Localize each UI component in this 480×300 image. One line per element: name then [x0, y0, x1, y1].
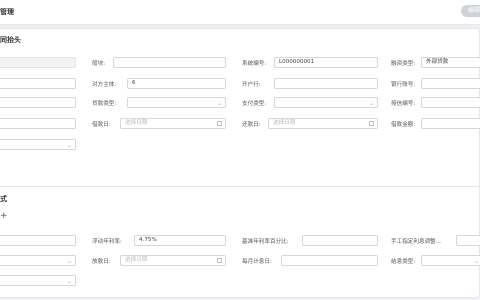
section-title: 式: [0, 195, 7, 203]
manual-adjust-field[interactable]: [456, 235, 480, 246]
loan-type-select[interactable]: ⌄: [127, 97, 226, 108]
field-label: 融资类型:: [391, 61, 416, 67]
calendar-icon: [369, 121, 374, 126]
field-label: 借款日:: [92, 122, 111, 128]
text-field[interactable]: [0, 118, 76, 129]
field-label: 银行账号:: [391, 82, 416, 88]
float-rate-field[interactable]: 4.75%: [134, 235, 226, 246]
text-field[interactable]: [0, 78, 76, 89]
select-field[interactable]: ⌄: [0, 139, 76, 150]
field-label: 支付类型:: [242, 101, 267, 107]
field-label: 手工指定利息调整...: [391, 239, 442, 245]
field-label: 授信编号:: [391, 101, 416, 107]
chevron-down-icon: ⌄: [368, 100, 374, 107]
counterparty-field[interactable]: 6: [127, 78, 226, 89]
field-label: 基准年利率百分比:: [242, 239, 289, 245]
field-label: 般块:: [92, 61, 106, 67]
system-no-field[interactable]: L000000001: [274, 57, 378, 68]
release-date-picker[interactable]: 选择日期: [120, 255, 226, 266]
field-label: 每月计息日:: [242, 259, 272, 265]
financing-type-field[interactable]: 外部贷款: [421, 57, 480, 68]
text-field[interactable]: [0, 97, 76, 108]
field-label: 放款日:: [92, 259, 111, 265]
section-title: 同抬头: [0, 36, 21, 44]
field-label: 系统编号:: [242, 61, 267, 67]
field-label: 借款金额:: [391, 122, 416, 128]
chevron-down-icon: ⌄: [66, 278, 72, 285]
chevron-down-icon: ⌄: [66, 142, 72, 149]
select-field[interactable]: ⌄: [0, 255, 76, 266]
interest-type-select[interactable]: ⌄: [421, 255, 480, 266]
text-field[interactable]: [113, 57, 226, 68]
text-field[interactable]: [0, 57, 76, 68]
text-field[interactable]: [0, 235, 76, 246]
pay-type-select[interactable]: ⌄: [274, 97, 378, 108]
date-placeholder: 选择日期: [125, 257, 148, 263]
field-label: 浮动年利率:: [92, 239, 122, 245]
monthly-day-field[interactable]: [281, 255, 378, 266]
calendar-icon: [217, 121, 222, 126]
select-field[interactable]: ⌄: [0, 275, 76, 286]
date-placeholder: 选择日期: [273, 120, 296, 126]
chevron-down-icon: ⌄: [473, 258, 479, 265]
add-icon[interactable]: +: [0, 211, 8, 221]
field-label: 对方主体:: [92, 82, 117, 88]
account-holder-field[interactable]: [274, 78, 378, 89]
borrow-date-picker[interactable]: 选择日期: [120, 118, 226, 129]
chevron-down-icon: ⌄: [216, 100, 222, 107]
edit-button[interactable]: 编辑: [461, 5, 480, 17]
top-bar: [0, 0, 480, 25]
credit-no-field[interactable]: [421, 97, 480, 108]
field-label: 开户行:: [242, 82, 261, 88]
field-label: 还款日:: [242, 122, 261, 128]
chevron-down-icon: ⌄: [66, 258, 72, 265]
field-label: 结息类型:: [391, 259, 416, 265]
loan-amount-field[interactable]: [421, 118, 480, 129]
repay-date-picker[interactable]: 选择日期: [268, 118, 378, 129]
calendar-icon: [217, 258, 222, 263]
page-title: 管理: [0, 8, 14, 16]
base-rate-field[interactable]: [302, 235, 378, 246]
bank-account-field[interactable]: [421, 78, 480, 89]
field-label: 贷款类型:: [92, 101, 117, 107]
date-placeholder: 选择日期: [125, 120, 148, 126]
